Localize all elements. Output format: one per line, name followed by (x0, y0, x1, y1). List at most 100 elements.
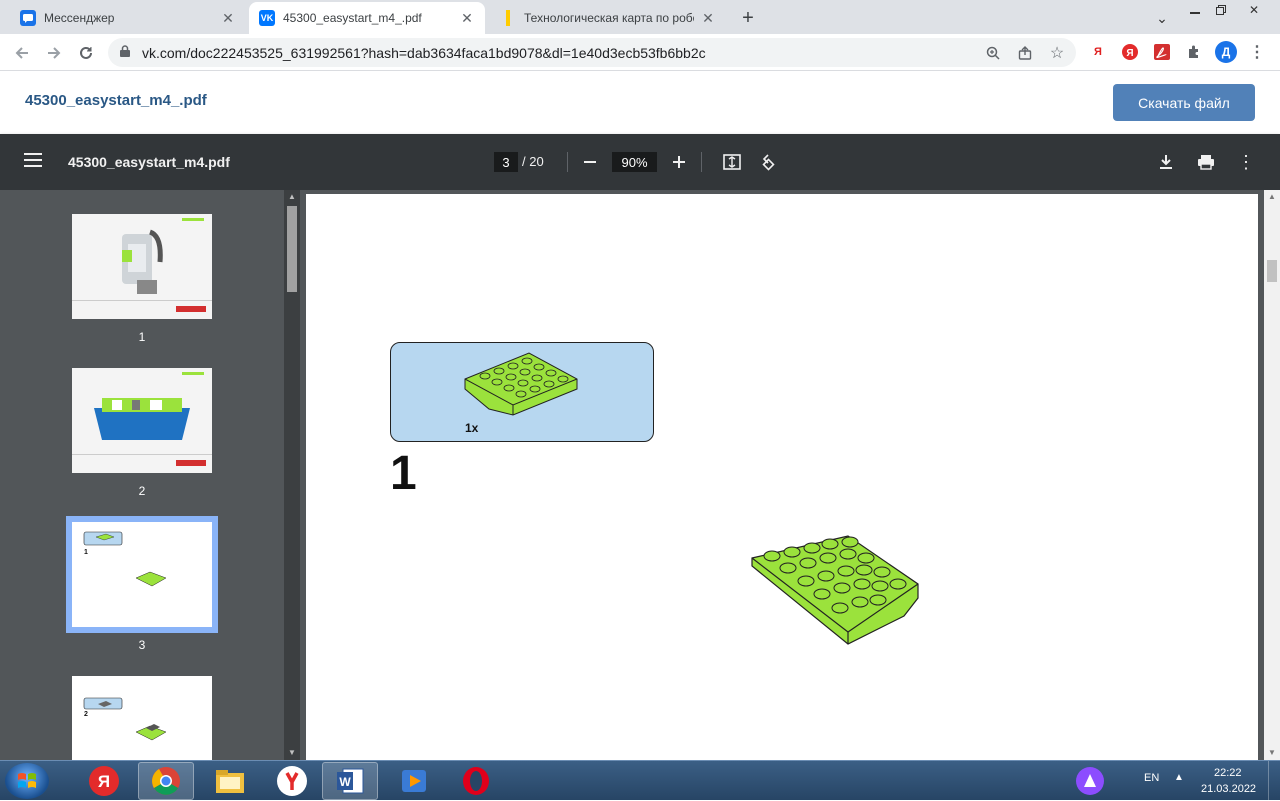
rotate-icon[interactable] (756, 150, 780, 174)
fit-to-page-icon[interactable] (720, 150, 744, 174)
pdf-viewport: 1x 1 (300, 190, 1264, 760)
thumb-step-number: 2 (84, 711, 88, 718)
chrome-icon (152, 767, 180, 795)
yandex-red-icon[interactable]: Я (1121, 43, 1139, 61)
tab-title: Мессенджер (44, 11, 115, 25)
opera-icon (463, 767, 489, 795)
tab-pdf[interactable]: VK 45300_easystart_m4_.pdf ✕ (249, 2, 485, 34)
yandex-extension-icon[interactable]: Я (1089, 43, 1107, 61)
close-icon[interactable]: ✕ (220, 10, 236, 26)
doc-title[interactable]: 45300_easystart_m4_.pdf (25, 92, 207, 109)
thumb-step-number: 1 (84, 549, 88, 556)
tab-messenger[interactable]: Мессенджер ✕ (10, 2, 246, 34)
media-player-taskbar[interactable] (386, 762, 442, 800)
minimize-button[interactable] (1182, 0, 1208, 20)
tab-tech-map[interactable]: Технологическая карта по робо ✕ (490, 2, 726, 34)
yandex-taskbar[interactable] (264, 762, 320, 800)
alice-assistant-button[interactable] (1068, 762, 1112, 800)
browser-menu-icon[interactable]: ⋮ (1248, 43, 1266, 61)
svg-text:Я: Я (1126, 48, 1133, 59)
download-file-button[interactable]: Скачать файл (1113, 84, 1255, 121)
green-plate-assembly-icon (751, 535, 919, 645)
zoom-in-button[interactable] (667, 150, 691, 174)
page-scrollbar[interactable]: ▲ ▼ (1264, 190, 1280, 760)
scroll-up-icon[interactable]: ▲ (1268, 192, 1276, 201)
opera-taskbar[interactable] (448, 762, 504, 800)
file-explorer-taskbar[interactable] (202, 762, 258, 800)
start-button[interactable] (5, 763, 49, 799)
page-number-input[interactable]: 3 (494, 152, 518, 172)
close-icon[interactable]: ✕ (459, 10, 475, 26)
zoom-out-button[interactable] (578, 150, 602, 174)
parts-callout: 1x (390, 342, 654, 442)
show-hidden-icons[interactable]: ▲ (1174, 772, 1184, 783)
language-indicator[interactable]: EN (1144, 772, 1159, 784)
show-desktop-button[interactable] (1268, 761, 1280, 801)
scrollbar-thumb[interactable] (287, 206, 297, 292)
close-icon[interactable]: ✕ (700, 10, 716, 26)
folder-icon (216, 770, 244, 793)
tab-search-icon[interactable]: ⌄ (1152, 8, 1172, 28)
yandex-y-icon (277, 766, 307, 796)
scroll-up-icon[interactable]: ▲ (288, 192, 296, 201)
back-button[interactable] (10, 41, 34, 65)
close-window-button[interactable]: ✕ (1234, 0, 1274, 20)
tab-title: 45300_easystart_m4_.pdf (283, 11, 422, 25)
lock-icon[interactable] (120, 45, 130, 57)
vk-doc-header: 45300_easystart_m4_.pdf Скачать файл (0, 71, 1280, 134)
thumbnail-number: 3 (138, 638, 146, 652)
clock-date[interactable]: 21.03.2022 (1201, 783, 1256, 795)
menu-icon[interactable] (24, 153, 42, 167)
part-quantity: 1x (465, 421, 479, 435)
thumbnail-page-3[interactable]: 1 (72, 522, 212, 627)
more-options-icon[interactable]: ⋮ (1234, 150, 1258, 174)
page-total: / 20 (522, 154, 544, 169)
thumbnail-sidebar: 1 2 1 3 2 ▲ ▼ (0, 190, 300, 760)
print-icon[interactable] (1194, 150, 1218, 174)
step-number: 1 (390, 447, 417, 500)
yandex-browser-taskbar[interactable]: Я (76, 762, 132, 800)
zoom-level-input[interactable]: 90% (612, 152, 657, 172)
clock-time[interactable]: 22:22 (1214, 767, 1242, 779)
document-icon (500, 10, 516, 26)
word-taskbar[interactable]: W (322, 762, 378, 800)
chrome-taskbar[interactable] (138, 762, 194, 800)
svg-text:W: W (339, 775, 351, 789)
pdf-extension-icon[interactable] (1153, 43, 1171, 61)
bookmark-star-icon[interactable]: ☆ (1048, 44, 1066, 62)
word-icon: W (337, 768, 364, 794)
download-icon[interactable] (1154, 150, 1178, 174)
profile-avatar[interactable]: Д (1215, 41, 1237, 63)
thumbnail-page-4[interactable]: 2 (72, 676, 212, 760)
windows-logo-icon (18, 773, 36, 788)
thumbnail-number: 2 (138, 484, 146, 498)
address-bar[interactable]: vk.com/doc222453525_631992561?hash=dab36… (108, 38, 1076, 67)
forward-button[interactable] (42, 41, 66, 65)
thumbnail-page-2[interactable] (72, 368, 212, 473)
pdf-file-name: 45300_easystart_m4.pdf (68, 154, 230, 170)
browser-tab-strip: Мессенджер ✕ VK 45300_easystart_m4_.pdf … (0, 0, 1280, 34)
pdf-toolbar: 45300_easystart_m4.pdf 3 / 20 90% ⋮ (0, 134, 1280, 190)
thumbnail-number: 1 (138, 330, 146, 344)
divider (701, 152, 702, 172)
url-text[interactable]: vk.com/doc222453525_631992561?hash=dab36… (142, 45, 706, 61)
alice-icon (1076, 767, 1104, 795)
yandex-letter: Я (98, 772, 110, 791)
extensions-puzzle-icon[interactable] (1185, 43, 1203, 61)
scrollbar-thumb[interactable] (1267, 260, 1277, 282)
vk-icon: VK (259, 10, 275, 26)
sidebar-scrollbar[interactable]: ▲ ▼ (284, 190, 300, 760)
restore-button[interactable] (1208, 0, 1234, 20)
reload-button[interactable] (74, 41, 98, 65)
scroll-down-icon[interactable]: ▼ (288, 748, 296, 757)
zoom-icon[interactable] (984, 44, 1002, 62)
tab-title: Технологическая карта по робо (524, 11, 694, 25)
new-tab-button[interactable]: + (736, 6, 760, 30)
scroll-down-icon[interactable]: ▼ (1268, 748, 1276, 757)
thumbnail-page-1[interactable] (72, 214, 212, 319)
windows-taskbar: Я W EN ▲ 22:22 21.03.2022 (0, 760, 1280, 801)
browser-toolbar: vk.com/doc222453525_631992561?hash=dab36… (0, 34, 1280, 71)
share-icon[interactable] (1016, 44, 1034, 62)
divider (567, 152, 568, 172)
green-plate-part-icon (464, 352, 578, 416)
